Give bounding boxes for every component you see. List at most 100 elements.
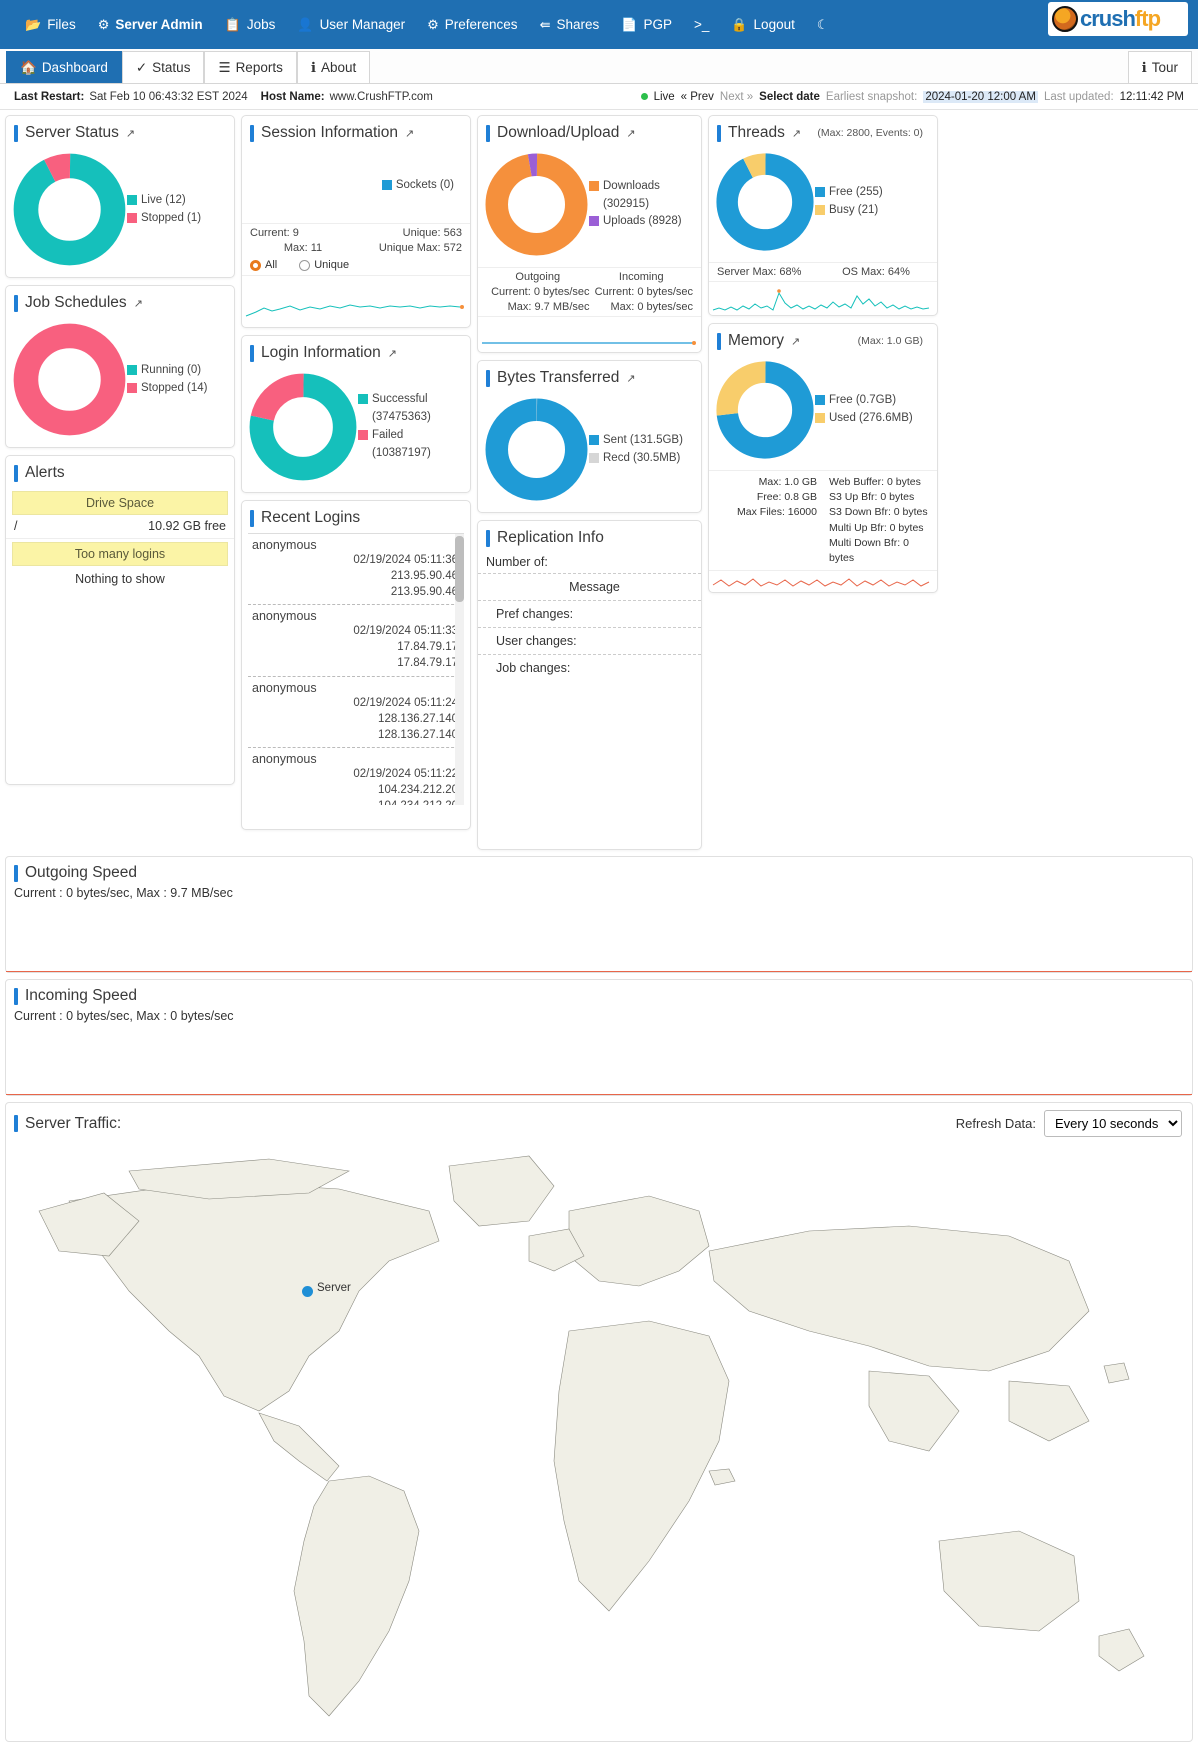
prev-button[interactable]: « Prev (681, 91, 714, 103)
tab-dashboard[interactable]: 🏠 Dashboard (6, 51, 122, 83)
login-information-title: Login Information ↗ (242, 336, 470, 368)
tab-label: Reports (235, 60, 283, 75)
session-stats-row-2: Max: 11 Unique Max: 572 (242, 242, 470, 257)
dashboard-column-1: Server Status ↗ Live (12) Stopped (1) Jo… (5, 115, 235, 785)
nav-item-user-manager[interactable]: 👤 User Manager (286, 11, 416, 39)
radio-all[interactable]: All (250, 259, 277, 271)
nav-item-server-admin[interactable]: ⚙ Server Admin (87, 11, 214, 39)
legend-swatch (589, 180, 599, 191)
legend-label: Busy (21) (829, 204, 879, 216)
expand-icon[interactable]: ↗ (626, 372, 635, 385)
alerts-title: Alerts (6, 456, 234, 488)
nav-item-terminal[interactable]: >_ (683, 11, 720, 38)
next-button[interactable]: Next » (720, 91, 753, 103)
tab-bar: 🏠 Dashboard ✓ Status ☰ Reports ℹ About ℹ… (0, 49, 1198, 84)
expand-icon[interactable]: ↗ (792, 127, 801, 140)
alerts-card: Alerts Drive Space / 10.92 GB free Too m… (5, 455, 235, 785)
expand-icon[interactable]: ↗ (405, 127, 414, 140)
tab-status[interactable]: ✓ Status (121, 51, 205, 83)
job-schedules-title: Job Schedules ↗ (6, 286, 234, 318)
server-status-chart: Live (12) Stopped (1) (6, 148, 234, 277)
login-ip: 104.234.212.20 (252, 798, 458, 805)
host-name-value: www.CrushFTP.com (329, 90, 433, 103)
nav-item-pgp[interactable]: 📄 PGP (610, 11, 683, 39)
legend-swatch (127, 382, 137, 393)
nav-item-files[interactable]: 📂 Files (14, 11, 87, 39)
plot-axis (6, 971, 1192, 972)
download-upload-card: Download/Upload ↗ Downloads (302915) Upl… (477, 115, 702, 353)
login-time: 02/19/2024 05:11:36 (353, 554, 458, 566)
last-restart-label: Last Restart: (14, 90, 85, 103)
nav-item-preferences[interactable]: ⚙ Preferences (416, 11, 528, 39)
expand-icon[interactable]: ↗ (126, 127, 135, 140)
server-marker-label: Server (317, 1282, 351, 1294)
expand-icon[interactable]: ↗ (134, 297, 143, 310)
threads-sparkline-svg (712, 289, 930, 311)
nav-item-logout[interactable]: 🔒 Logout (720, 11, 805, 39)
list-item[interactable]: anonymous 02/19/2024 05:11:36 213.95.90.… (248, 534, 464, 606)
login-user: anonymous (252, 680, 317, 695)
legend-label: Recd (30.5MB) (603, 451, 681, 464)
outgoing-speed-plot (6, 900, 1192, 972)
recent-logins-list[interactable]: anonymous 02/19/2024 05:11:36 213.95.90.… (248, 533, 464, 805)
info-bar: Last Restart: Sat Feb 10 06:43:32 EST 20… (0, 84, 1198, 110)
session-current: Current: 9 (250, 227, 299, 239)
login-information-legend: Successful (37475363) Failed (10387197) (358, 391, 464, 462)
plot-axis (6, 1094, 1192, 1095)
expand-icon[interactable]: ↗ (791, 335, 800, 348)
tab-about[interactable]: ℹ About (296, 51, 371, 83)
radio-unique[interactable]: Unique (299, 259, 349, 271)
legend-swatch (127, 364, 137, 375)
share-icon: ⇚ (539, 16, 551, 32)
legend-label: Uploads (8928) (603, 215, 682, 228)
replication-row-pref-changes: Pref changes: (478, 600, 701, 627)
expand-icon[interactable]: ↗ (388, 347, 397, 360)
session-information-chart: Sockets (0) (242, 148, 470, 223)
refresh-interval-select[interactable]: Every 10 seconds (1044, 1110, 1182, 1137)
memory-stats: Max: 1.0 GB Free: 0.8 GB Max Files: 1600… (709, 470, 937, 570)
download-upload-chart: Downloads (302915) Uploads (8928) (478, 148, 701, 267)
nav-label: User Manager (319, 17, 406, 32)
expand-icon[interactable]: ↗ (626, 127, 635, 140)
incoming-speed-plot (6, 1023, 1192, 1095)
tab-label: About (320, 60, 357, 75)
threads-title: Threads ↗ (Max: 2800, Events: 0) (709, 116, 937, 148)
nav-label: Logout (753, 17, 795, 32)
world-map[interactable]: Server (6, 1141, 1192, 1741)
memory-legend: Free (0.7GB) Used (276.6MB) (815, 392, 913, 428)
replication-info-title: Replication Info (478, 521, 701, 553)
last-updated-value: 12:11:42 PM (1119, 90, 1184, 103)
bytes-transferred-title: Bytes Transferred ↗ (478, 361, 701, 393)
crushftp-logo: crushftp (1048, 2, 1188, 36)
server-status-card: Server Status ↗ Live (12) Stopped (1) (5, 115, 235, 278)
session-scope-radios: All Unique (242, 257, 470, 275)
legend-label: Stopped (14) (141, 381, 208, 394)
nav-label: Files (47, 17, 76, 32)
memory-chart: Free (0.7GB) Used (276.6MB) (709, 356, 937, 470)
legend-label: Free (255) (829, 186, 883, 199)
threads-donut (716, 153, 814, 251)
scrollbar-thumb[interactable] (455, 536, 464, 602)
tour-button[interactable]: ℹ Tour (1127, 51, 1192, 83)
server-location-marker[interactable] (302, 1286, 313, 1297)
recent-logins-card: Recent Logins anonymous 02/19/2024 05:11… (241, 500, 471, 830)
scrollbar[interactable] (455, 534, 464, 805)
tab-label: Dashboard (41, 60, 108, 75)
legend-swatch (127, 194, 137, 205)
memory-card: Memory ↗ (Max: 1.0 GB) Free (0.7GB) Used… (708, 323, 938, 594)
nav-item-dark-mode[interactable]: ☾ (806, 11, 840, 39)
threads-meta: (Max: 2800, Events: 0) (817, 127, 923, 139)
alert-nothing-to-show: Nothing to show (75, 572, 165, 586)
nav-item-jobs[interactable]: 📋 Jobs (214, 11, 287, 39)
list-item[interactable]: anonymous 02/19/2024 05:11:33 17.84.79.1… (248, 605, 464, 677)
nav-item-shares[interactable]: ⇚ Shares (529, 11, 611, 39)
nav-label: Jobs (246, 17, 276, 32)
throughput-headers: Outgoing Incoming (478, 267, 701, 286)
select-date-button[interactable]: Select date (759, 91, 820, 103)
tab-reports[interactable]: ☰ Reports (204, 51, 297, 83)
memory-multi-down: Multi Down Bfr: 0 bytes (829, 536, 909, 565)
list-item[interactable]: anonymous 02/19/2024 05:11:24 128.136.27… (248, 677, 464, 748)
legend-swatch (815, 187, 825, 198)
list-item[interactable]: anonymous 02/19/2024 05:11:22 104.234.21… (248, 748, 464, 805)
user-icon: 👤 (297, 16, 314, 32)
